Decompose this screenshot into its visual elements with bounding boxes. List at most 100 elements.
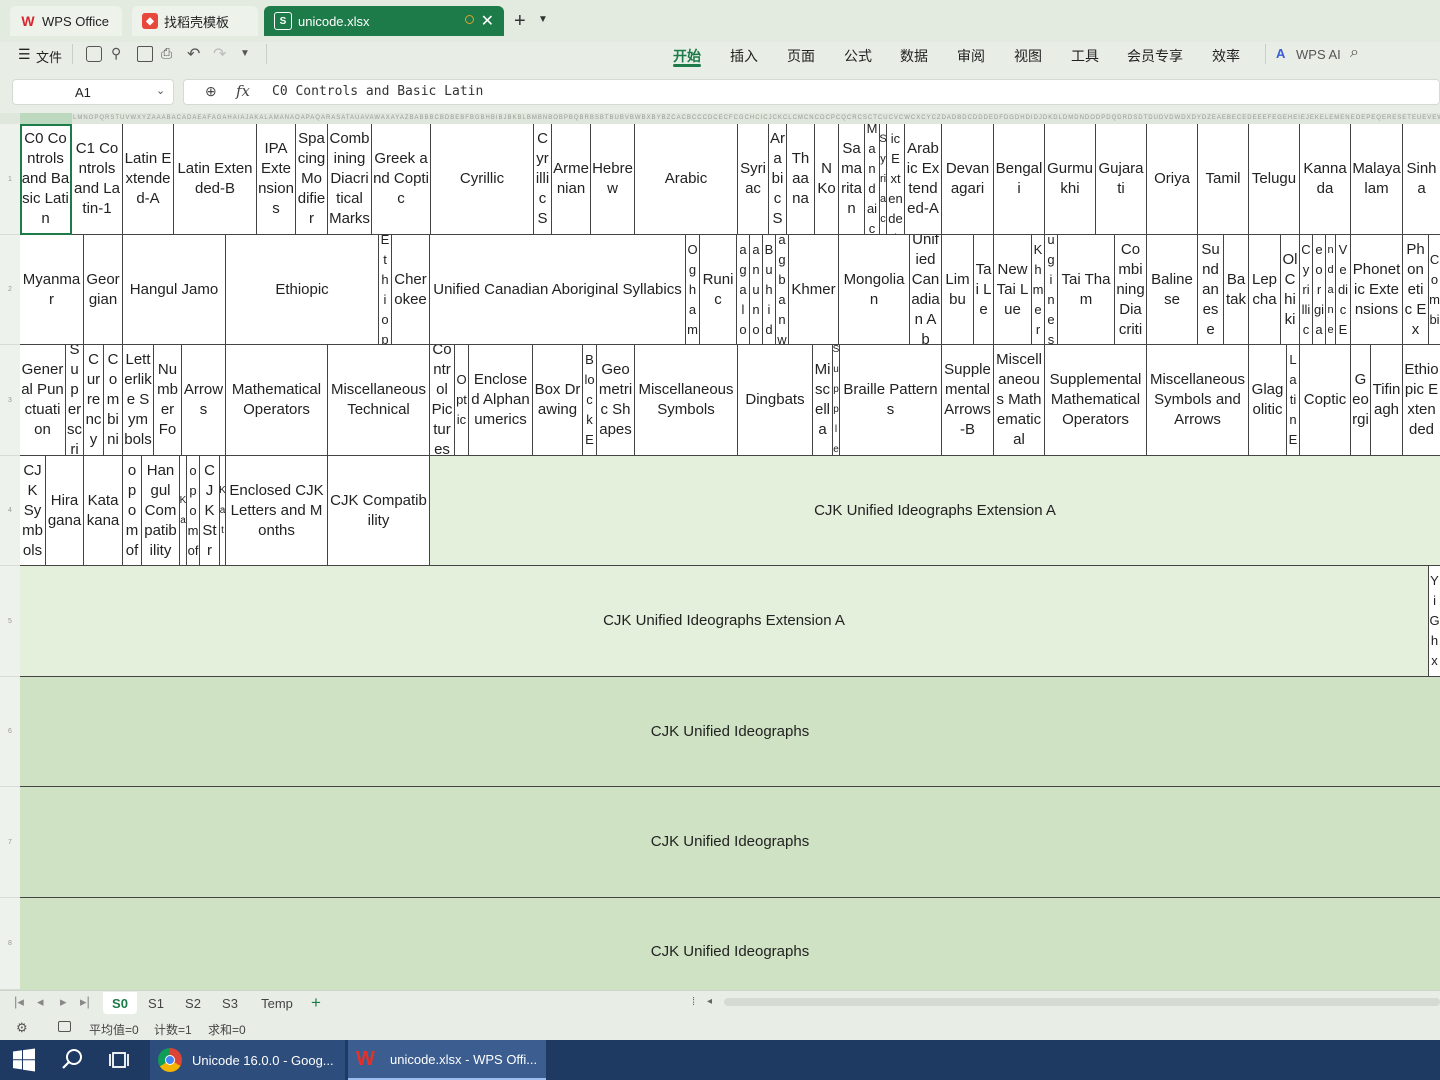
row-header[interactable]: 3	[0, 345, 20, 456]
row-header[interactable]: 1	[0, 124, 20, 235]
cell-block[interactable]: Mongolian	[839, 235, 910, 345]
cell-block[interactable]: Supplemental Arrows-B	[942, 345, 994, 456]
cell-block[interactable]: Mandaic	[865, 124, 880, 235]
chevron-down-icon[interactable]: ▼	[538, 14, 548, 25]
cell-block[interactable]: Arabic Extended-A	[905, 124, 942, 235]
cell-block[interactable]: Combining Diacriti	[1115, 235, 1147, 345]
cell-block[interactable]: Phonetic Extensions	[1351, 235, 1403, 345]
spreadsheet-grid[interactable]: 1 2 3 4 5 6 7 8 C0 Controls and Basic La…	[0, 124, 1440, 990]
cell-block[interactable]: Number Fo	[154, 345, 182, 456]
cell-block[interactable]: Arabic	[635, 124, 738, 235]
cell-block[interactable]: Ol Chiki	[1281, 235, 1300, 345]
cell-block[interactable]: Dingbats	[738, 345, 813, 456]
macro-icon[interactable]: ⚙	[16, 1020, 28, 1036]
cell-block[interactable]: Arabic S	[769, 124, 787, 235]
cell-block[interactable]: Tai Tham	[1058, 235, 1115, 345]
cell-block[interactable]: Enclosed Alphanumerics	[469, 345, 533, 456]
cell-block[interactable]: CJK Unified Ideographs	[20, 898, 1440, 990]
status-count[interactable]: 计数=1	[154, 1021, 192, 1038]
cell-block[interactable]: Braille Patterns	[840, 345, 942, 456]
menu-item-member[interactable]: 会员专享	[1127, 46, 1183, 66]
cell-block[interactable]: Kannada	[1300, 124, 1351, 235]
cell-block[interactable]: Supple	[833, 345, 840, 456]
cell-block[interactable]: Georgian	[1313, 235, 1326, 345]
name-box[interactable]	[12, 79, 174, 105]
menu-item-view[interactable]: 视图	[1014, 46, 1042, 66]
cell-block[interactable]: Syriac	[880, 124, 887, 235]
cell-block[interactable]: Latin Extended-B	[174, 124, 257, 235]
cell-block[interactable]: Tifinagh	[1371, 345, 1403, 456]
cell-block[interactable]: Vedic E	[1336, 235, 1351, 345]
cell-block[interactable]: Miscellaneous Technical	[328, 345, 430, 456]
cell-block[interactable]: Georgian	[84, 235, 123, 345]
share-icon[interactable]: ⚲	[111, 45, 121, 62]
cell-block[interactable]: Currency	[84, 345, 104, 456]
save-icon[interactable]	[86, 46, 102, 62]
cell-block[interactable]: IPA Extensions	[257, 124, 296, 235]
next-sheet-icon[interactable]: ▸	[60, 994, 67, 1010]
cell-block[interactable]: General Punctuation	[20, 345, 66, 456]
last-sheet-icon[interactable]: ▸|	[80, 994, 90, 1010]
print-preview-icon[interactable]: ⎙	[161, 45, 172, 62]
cell-block[interactable]: Spacing Modifier	[296, 124, 328, 235]
row-header[interactable]: 4	[0, 456, 20, 566]
prev-sheet-icon[interactable]: ◂	[37, 994, 44, 1010]
menu-item-data[interactable]: 数据	[900, 46, 928, 66]
cell-block[interactable]: Malayalam	[1351, 124, 1403, 235]
tab-docer-templates[interactable]: ◆ 找稻壳模板	[132, 6, 258, 36]
cell-block[interactable]: CJK Unified Ideographs	[20, 677, 1440, 787]
undo-icon[interactable]: ↶	[187, 44, 200, 64]
cell-block[interactable]: Thaana	[787, 124, 815, 235]
sheet-view-icon[interactable]	[58, 1021, 71, 1032]
cell-block[interactable]: Bengali	[994, 124, 1045, 235]
cell-block[interactable]: Optic	[455, 345, 469, 456]
cell-block[interactable]: C1 Controls and Latin-1	[72, 124, 123, 235]
cell-block[interactable]: Runic	[700, 235, 737, 345]
scroll-split-handle[interactable]: ⁞	[692, 996, 695, 1008]
cell-block[interactable]: Khmer	[789, 235, 839, 345]
cell-block[interactable]: Miscella	[813, 345, 833, 456]
cell-block[interactable]: CJK Compatibility	[328, 456, 430, 566]
cell-block[interactable]: Katakana	[84, 456, 123, 566]
cell-block[interactable]: Tagbanwa	[776, 235, 789, 345]
menu-item-tools[interactable]: 工具	[1071, 46, 1099, 66]
cell-block[interactable]: Latin E	[1287, 345, 1300, 456]
sheet-tab-s2[interactable]: S2	[178, 992, 208, 1014]
cell-block[interactable]: Hangul Compatibility	[142, 456, 180, 566]
cell-block[interactable]: Khmer	[1032, 235, 1045, 345]
cell-block[interactable]: Tagalog	[737, 235, 750, 345]
tab-wps-office[interactable]: W WPS Office	[10, 6, 122, 36]
cell-block[interactable]: Cyrillic	[1300, 235, 1313, 345]
row-header[interactable]: 8	[0, 898, 20, 990]
cell-block[interactable]: Balinese	[1147, 235, 1198, 345]
sheet-tab-s0[interactable]: S0	[103, 992, 137, 1014]
cell-block[interactable]: Ogham	[686, 235, 700, 345]
cell-block[interactable]: CJK Unified Ideographs Extension A	[20, 566, 1429, 677]
cell-block[interactable]: Combining Diacritical Marks	[328, 124, 372, 235]
sheet-tab-s1[interactable]: S1	[141, 992, 171, 1014]
cell-block[interactable]: Gujarati	[1096, 124, 1147, 235]
search-icon[interactable]: ⌕	[1350, 44, 1359, 62]
search-icon[interactable]	[60, 1046, 86, 1072]
cell-block[interactable]: Hebrew	[591, 124, 635, 235]
cell-block[interactable]: CJK Unified Ideographs	[20, 787, 1440, 898]
status-average[interactable]: 平均值=0	[89, 1021, 139, 1038]
cell-block[interactable]: Tai Le	[974, 235, 994, 345]
row-header[interactable]: 2	[0, 235, 20, 345]
cell-block[interactable]: Telugu	[1249, 124, 1300, 235]
cell-block[interactable]: Combi	[1429, 235, 1440, 345]
cell-block[interactable]: C0 Controls and Basic Latin	[20, 124, 72, 235]
cell-block[interactable]: Supplemental Mathematical Operators	[1045, 345, 1147, 456]
cell-block[interactable]: Sundanese	[1326, 235, 1336, 345]
menu-item-page[interactable]: 页面	[787, 46, 815, 66]
menu-item-efficiency[interactable]: 效率	[1212, 46, 1240, 66]
cell-block[interactable]: Buginese	[1045, 235, 1058, 345]
cell-block[interactable]: Cyrillic S	[534, 124, 552, 235]
cell-block[interactable]: Bopomofo	[187, 456, 200, 566]
function-icon[interactable]: fx	[236, 82, 250, 100]
cell-block[interactable]: CJK Unified Ideographs Extension A	[430, 456, 1440, 566]
cell-block[interactable]: Limbu	[942, 235, 974, 345]
scroll-left-icon[interactable]: ◂	[707, 996, 712, 1007]
windows-start-icon[interactable]	[12, 1048, 36, 1072]
add-sheet-icon[interactable]: +	[306, 992, 326, 1014]
